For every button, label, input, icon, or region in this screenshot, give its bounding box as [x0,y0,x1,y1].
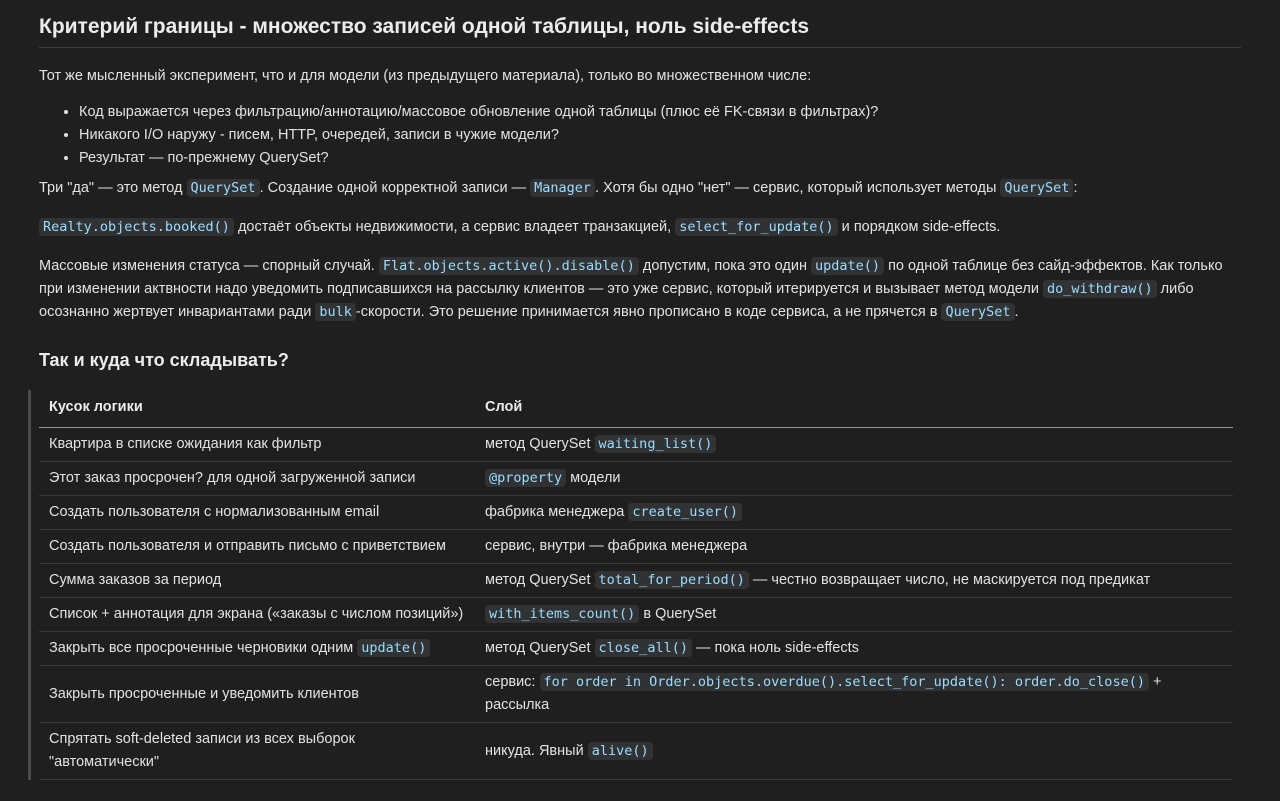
layer-cell: сервис, внутри — фабрика менеджера [475,529,1233,564]
realty-paragraph: Realty.objects.booked() достаёт объекты … [39,216,1241,239]
logic-cell: Создать пользователя с нормализованным e… [39,495,475,530]
page-title: Критерий границы - множество записей одн… [39,0,1241,48]
code-flat-disable: Flat.objects.active().disable() [378,257,639,275]
logic-cell: Сумма заказов за период [39,563,475,598]
code-queryset: QuerySet [186,179,260,197]
table-row: Квартира в списке ожидания как фильтр ме… [39,427,1233,462]
criteria-list: Код выражается через фильтрацию/аннотаци… [39,101,1241,170]
list-item: Код выражается через фильтрацию/аннотаци… [79,101,1241,124]
code-realty-booked: Realty.objects.booked() [39,218,234,236]
layer-cell: сервис: for order in Order.objects.overd… [475,665,1233,723]
table-header-row: Кусок логики Слой [39,390,1233,428]
layer-cell: метод QuerySet waiting_list() [475,427,1233,462]
layer-table: Кусок логики Слой Квартира в списке ожид… [39,390,1233,780]
layer-cell: никуда. Явный alive() [475,722,1233,780]
logic-cell: Закрыть просроченные и уведомить клиенто… [39,665,475,723]
table-row: Этот заказ просрочен? для одной загружен… [39,461,1233,496]
document: Критерий границы - множество записей одн… [0,0,1280,780]
code-do-withdraw: do_withdraw() [1042,280,1157,298]
logic-cell: Закрыть все просроченные черновики одним… [39,631,475,666]
code-select-for-update: select_for_update() [675,218,838,236]
column-header-layer: Слой [475,390,1233,428]
code-manager: Manager [530,179,596,197]
code-bulk: bulk [315,303,356,321]
logic-cell: Список + аннотация для экрана («заказы с… [39,597,475,632]
table-row: Сумма заказов за период метод QuerySet t… [39,563,1233,598]
three-yes-paragraph: Три "да" — это метод QuerySet. Создание … [39,179,1078,197]
logic-cell: Квартира в списке ожидания как фильтр [39,427,475,462]
layer-cell: with_items_count() в QuerySet [475,597,1233,632]
table-row: Спрятать soft-deleted записи из всех выб… [39,722,1233,780]
code-queryset: QuerySet [941,303,1015,321]
logic-cell: Спрятать soft-deleted записи из всех выб… [39,722,475,780]
intro-paragraph: Тот же мысленный эксперимент, что и для … [39,68,812,84]
logic-cell: Этот заказ просрочен? для одной загружен… [39,461,475,496]
table-row: Создать пользователя и отправить письмо … [39,529,1233,564]
code-queryset: QuerySet [1000,179,1074,197]
table-container: Кусок логики Слой Квартира в списке ожид… [28,390,1241,780]
table-row: Закрыть просроченные и уведомить клиенто… [39,665,1233,723]
table-row: Закрыть все просроченные черновики одним… [39,631,1233,666]
section-heading: Так и куда что складывать? [39,350,289,370]
table-row: Список + аннотация для экрана («заказы с… [39,597,1233,632]
column-header-logic: Кусок логики [39,390,475,428]
list-item: Никакого I/O наружу - писем, HTTP, очере… [79,124,1241,147]
layer-cell: фабрика менеджера create_user() [475,495,1233,530]
table-row: Создать пользователя с нормализованным e… [39,495,1233,530]
list-item: Результат — по-прежнему QuerySet? [79,147,1241,170]
code-update: update() [811,257,885,275]
layer-cell: метод QuerySet close_all() — пока ноль s… [475,631,1233,666]
logic-cell: Создать пользователя и отправить письмо … [39,529,475,564]
mass-update-paragraph: Массовые изменения статуса — спорный слу… [39,257,1223,321]
layer-cell: метод QuerySet total_for_period() — чест… [475,563,1233,598]
layer-cell: @property модели [475,461,1233,496]
